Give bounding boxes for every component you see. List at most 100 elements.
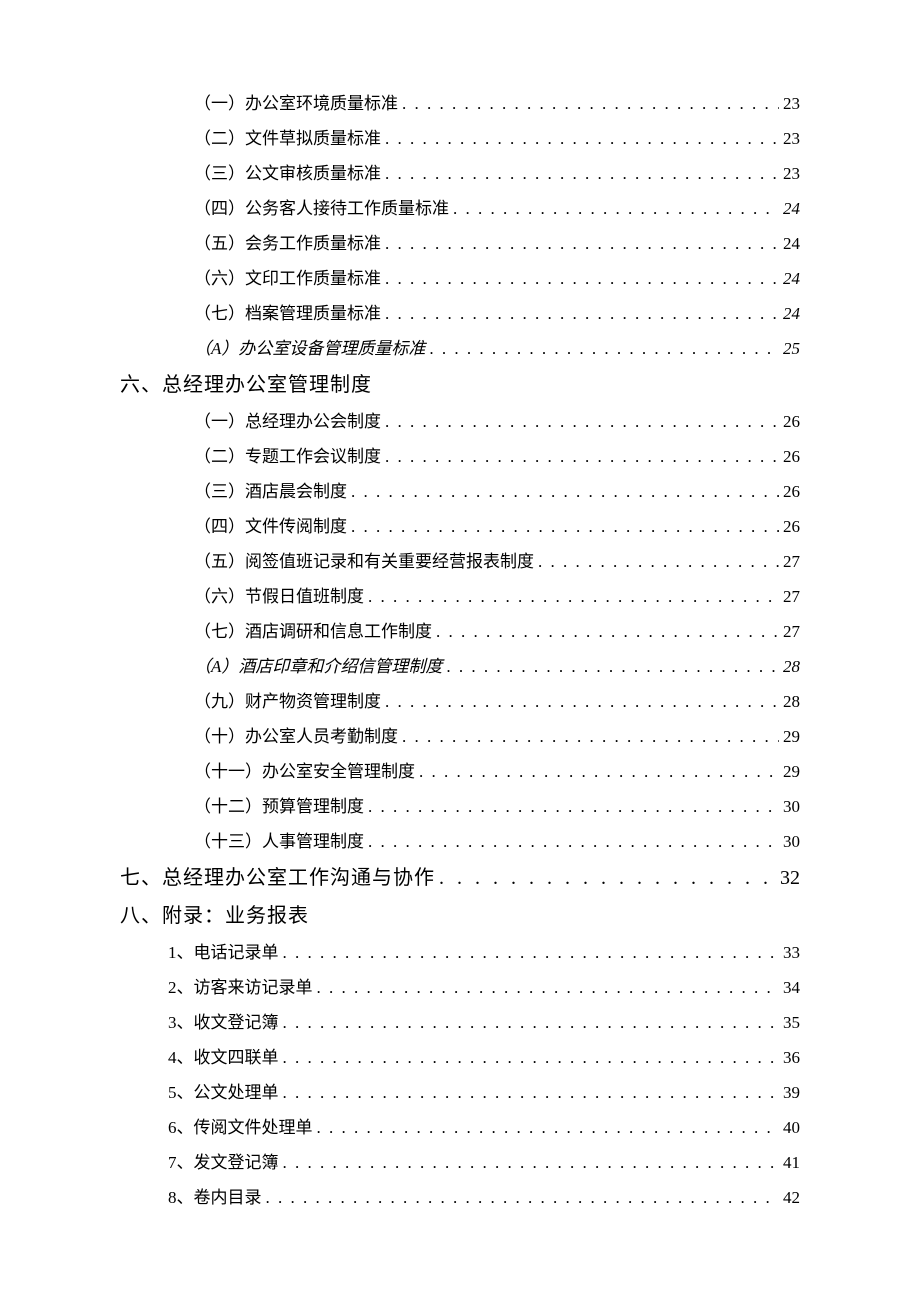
- toc-page-number: 35: [783, 1014, 800, 1031]
- toc-entry: （十）办公室人员考勤制度. . . . . . . . . . . . . . …: [120, 728, 800, 745]
- toc-entry-label: 3、收文登记簿: [168, 1014, 279, 1031]
- toc-entry-label: （一）总经理办公会制度: [194, 413, 381, 430]
- toc-page-number: 26: [783, 483, 800, 500]
- toc-entry: 8、卷内目录. . . . . . . . . . . . . . . . . …: [120, 1189, 800, 1206]
- toc-entry: 八、附录：业务报表: [120, 906, 800, 926]
- toc-entry-label: （二）文件草拟质量标准: [194, 130, 381, 147]
- toc-entry: （三）酒店晨会制度. . . . . . . . . . . . . . . .…: [120, 483, 800, 500]
- toc-page-number: 28: [783, 658, 800, 675]
- toc-entry-label: （一）办公室环境质量标准: [194, 95, 398, 112]
- toc-entry: （五）阅签值班记录和有关重要经营报表制度. . . . . . . . . . …: [120, 553, 800, 570]
- toc-leader-dots: . . . . . . . . . . . . . . . . . . . . …: [446, 658, 779, 675]
- table-of-contents: （一）办公室环境质量标准 . . . . . . . . . . . . . . …: [120, 95, 800, 1206]
- toc-page-number: 24: [783, 305, 800, 322]
- toc-leader-dots: . . . . . . . . . . . . . . . . . . . . …: [283, 944, 780, 961]
- toc-leader-dots: . . . . . . . . . . . . . . . . . . . . …: [368, 833, 779, 850]
- toc-entry: 7、发文登记簿. . . . . . . . . . . . . . . . .…: [120, 1154, 800, 1171]
- toc-page-number: 33: [783, 944, 800, 961]
- toc-leader-dots: . . . . . . . . . . . . . . . . . . . . …: [368, 798, 779, 815]
- toc-leader-dots: . . . . . . . . . . . . . . . . . . . . …: [351, 518, 779, 535]
- toc-entry: （六）文印工作质量标准. . . . . . . . . . . . . . .…: [120, 270, 800, 287]
- toc-leader-dots: . . . . . . . . . . . . . . . . . . . . …: [436, 623, 779, 640]
- toc-entry-label: 1、电话记录单: [168, 944, 279, 961]
- toc-page-number: 23: [783, 130, 800, 147]
- toc-leader-dots: . . . . . . . . . . . . . . . . . . . . …: [385, 413, 779, 430]
- toc-leader-dots: . . . . . . . . . . . . . . . . . . . . …: [419, 763, 779, 780]
- toc-entry-label: （五）会务工作质量标准: [194, 235, 381, 252]
- toc-page-number: 27: [783, 623, 800, 640]
- toc-entry: （七）档案管理质量标准. . . . . . . . . . . . . . .…: [120, 305, 800, 322]
- toc-leader-dots: . . . . . . . . . . . . . . . . . . . . …: [385, 165, 779, 182]
- toc-entry: （四）公务客人接待工作质量标准. . . . . . . . . . . . .…: [120, 200, 800, 217]
- toc-entry: 1、电话记录单. . . . . . . . . . . . . . . . .…: [120, 944, 800, 961]
- toc-leader-dots: . . . . . . . . . . . . . . . . . . . . …: [385, 305, 779, 322]
- toc-entry: （A）办公室设备管理质量标准. . . . . . . . . . . . . …: [120, 340, 800, 357]
- toc-entry: （一）总经理办公会制度. . . . . . . . . . . . . . .…: [120, 413, 800, 430]
- toc-entry: （十一）办公室安全管理制度. . . . . . . . . . . . . .…: [120, 763, 800, 780]
- toc-leader-dots: . . . . . . . . . . . . . . . . . . . . …: [538, 553, 779, 570]
- toc-entry: 七、总经理办公室工作沟通与协作 . . . . . . . . . . . . …: [120, 868, 800, 888]
- toc-leader-dots: . . . . . . . . . . . . . . . . . . . . …: [385, 130, 779, 147]
- toc-page-number: 24: [783, 270, 800, 287]
- toc-entry: （三）公文审核质量标准. . . . . . . . . . . . . . .…: [120, 165, 800, 182]
- toc-entry: （七）酒店调研和信息工作制度. . . . . . . . . . . . . …: [120, 623, 800, 640]
- toc-page-number: 29: [783, 728, 800, 745]
- toc-page-number: 26: [783, 518, 800, 535]
- toc-page-number: 25: [783, 340, 800, 357]
- toc-entry: （十三）人事管理制度. . . . . . . . . . . . . . . …: [120, 833, 800, 850]
- toc-page-number: 24: [783, 235, 800, 252]
- toc-page-number: 30: [783, 798, 800, 815]
- toc-entry: 6、传阅文件处理单. . . . . . . . . . . . . . . .…: [120, 1119, 800, 1136]
- toc-leader-dots: . . . . . . . . . . . . . . . . . . . . …: [317, 1119, 780, 1136]
- toc-page-number: 32: [780, 868, 800, 888]
- toc-leader-dots: . . . . . . . . . . . . . . . . . . . . …: [368, 588, 779, 605]
- toc-entry-label: （十一）办公室安全管理制度: [194, 763, 415, 780]
- toc-entry: （五）会务工作质量标准. . . . . . . . . . . . . . .…: [120, 235, 800, 252]
- toc-entry-label: （五）阅签值班记录和有关重要经营报表制度: [194, 553, 534, 570]
- toc-leader-dots: . . . . . . . . . . . . . . . . . . . . …: [402, 728, 779, 745]
- toc-page-number: 23: [783, 165, 800, 182]
- toc-entry: 4、收文四联单. . . . . . . . . . . . . . . . .…: [120, 1049, 800, 1066]
- toc-entry: （九）财产物资管理制度. . . . . . . . . . . . . . .…: [120, 693, 800, 710]
- toc-leader-dots: . . . . . . . . . . . . . . . . . . . . …: [351, 483, 779, 500]
- toc-entry-label: （A）办公室设备管理质量标准: [194, 340, 425, 357]
- toc-leader-dots: . . . . . . . . . . . . . . . . . . . . …: [283, 1084, 780, 1101]
- toc-leader-dots: . . . . . . . . . . . . . . . . . . . . …: [439, 868, 776, 888]
- toc-page-number: 28: [783, 693, 800, 710]
- toc-entry: 六、总经理办公室管理制度: [120, 375, 800, 395]
- toc-entry-label: （十）办公室人员考勤制度: [194, 728, 398, 745]
- toc-page-number: 26: [783, 413, 800, 430]
- toc-leader-dots: . . . . . . . . . . . . . . . . . . . . …: [283, 1014, 780, 1031]
- toc-entry-label: （A）酒店印章和介绍信管理制度: [194, 658, 442, 675]
- toc-page-number: 42: [783, 1189, 800, 1206]
- toc-page-number: 27: [783, 553, 800, 570]
- toc-leader-dots: . . . . . . . . . . . . . . . . . . . . …: [429, 340, 779, 357]
- toc-entry-label: （七）档案管理质量标准: [194, 305, 381, 322]
- toc-entry-label: （十三）人事管理制度: [194, 833, 364, 850]
- toc-entry-label: 8、卷内目录: [168, 1189, 262, 1206]
- toc-leader-dots: . . . . . . . . . . . . . . . . . . . . …: [385, 693, 779, 710]
- toc-entry-label: （四）公务客人接待工作质量标准: [194, 200, 449, 217]
- toc-entry-label: （十二）预算管理制度: [194, 798, 364, 815]
- toc-entry-label: 4、收文四联单: [168, 1049, 279, 1066]
- toc-leader-dots: . . . . . . . . . . . . . . . . . . . . …: [402, 95, 779, 112]
- toc-page-number: 36: [783, 1049, 800, 1066]
- toc-entry-label: （四）文件传阅制度: [194, 518, 347, 535]
- toc-section-heading: 七、总经理办公室工作沟通与协作: [120, 868, 435, 888]
- toc-leader-dots: . . . . . . . . . . . . . . . . . . . . …: [283, 1154, 780, 1171]
- toc-entry-label: 2、访客来访记录单: [168, 979, 313, 996]
- toc-page-number: 41: [783, 1154, 800, 1171]
- toc-entry: （二）专题工作会议制度. . . . . . . . . . . . . . .…: [120, 448, 800, 465]
- toc-page-number: 30: [783, 833, 800, 850]
- toc-page-number: 23: [783, 95, 800, 112]
- toc-entry: 3、收文登记簿. . . . . . . . . . . . . . . . .…: [120, 1014, 800, 1031]
- toc-entry: （一）办公室环境质量标准. . . . . . . . . . . . . . …: [120, 95, 800, 112]
- toc-page-number: 26: [783, 448, 800, 465]
- toc-entry: （A）酒店印章和介绍信管理制度. . . . . . . . . . . . .…: [120, 658, 800, 675]
- toc-page-number: 24: [783, 200, 800, 217]
- toc-leader-dots: . . . . . . . . . . . . . . . . . . . . …: [453, 200, 779, 217]
- toc-page-number: 39: [783, 1084, 800, 1101]
- toc-entry-label: （九）财产物资管理制度: [194, 693, 381, 710]
- toc-section-heading: 六、总经理办公室管理制度: [120, 375, 372, 395]
- toc-page-number: 29: [783, 763, 800, 780]
